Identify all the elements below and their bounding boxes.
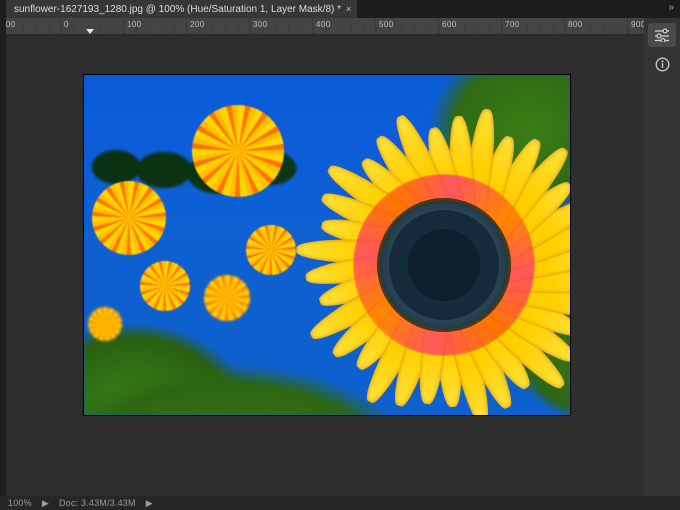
app-root: sunflower-1627193_1280.jpg @ 100% (Hue/S… [0,0,680,510]
ruler-tick-label: 400 [316,20,331,29]
tab-bar: sunflower-1627193_1280.jpg @ 100% (Hue/S… [6,0,680,18]
adjustments-icon[interactable] [648,23,676,47]
tab-overflow-icon[interactable]: » [668,2,674,13]
zoom-level[interactable]: 100% [8,498,32,508]
ruler-tick-label: 500 [379,20,394,29]
ruler-tick-label: 100 [127,20,142,29]
ruler-tick-label: 200 [6,20,16,29]
ruler-tick-label: 300 [253,20,268,29]
chevron-right-icon[interactable]: ▶ [146,498,153,509]
ruler-origin-marker [86,29,94,34]
document-tab[interactable]: sunflower-1627193_1280.jpg @ 100% (Hue/S… [6,0,358,18]
ruler-tick-label: 800 [568,20,583,29]
horizontal-ruler[interactable]: 2000100200300400500600700800900100011001… [6,18,644,35]
chevron-right-icon[interactable]: ▶ [42,498,49,509]
ruler-tick-label: 200 [190,20,205,29]
status-bar: 100% ▶ Doc: 3.43M/3.43M ▶ [0,496,680,510]
document-tab-title: sunflower-1627193_1280.jpg @ 100% (Hue/S… [14,4,341,15]
ruler-tick-label: 900 [631,20,644,29]
ruler-tick-label: 0 [64,20,69,29]
ruler-tick-label: 700 [505,20,520,29]
close-icon[interactable]: × [346,5,351,14]
document-canvas[interactable] [84,75,570,415]
doc-size-info: Doc: 3.43M/3.43M [59,498,136,508]
canvas-area[interactable] [6,35,644,496]
ruler-tick-label: 600 [442,20,457,29]
collapsed-panel-dock [644,18,680,496]
info-icon[interactable] [648,52,676,76]
